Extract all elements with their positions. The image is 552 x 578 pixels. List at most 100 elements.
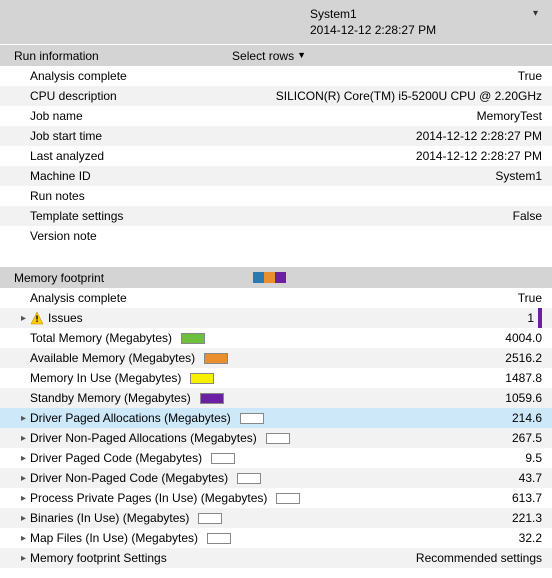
color-swatch-icon	[181, 333, 205, 344]
memfoot-row[interactable]: Memory In Use (Megabytes) 1487.8	[0, 368, 552, 388]
expander[interactable]: ▸	[0, 553, 30, 564]
runinfo-row[interactable]: Run notes	[0, 186, 552, 206]
system-timestamp: 2014-12-12 2:28:27 PM	[310, 22, 524, 38]
swatch-col	[208, 453, 238, 464]
color-swatch-icon	[190, 373, 214, 384]
memfoot-row[interactable]: ▸ Driver Non-Paged Allocations (Megabytes…	[0, 428, 552, 448]
expander[interactable]: ▸	[0, 313, 30, 324]
expand-triangle-icon: ▸	[21, 473, 26, 484]
color-swatch-icon	[198, 513, 222, 524]
row-label-text: Driver Non-Paged Allocations (Megabytes)	[30, 431, 257, 445]
accent-bar	[538, 308, 542, 328]
expander[interactable]: ▸	[0, 413, 30, 424]
memfoot-row[interactable]: ▸Process Private Pages (In Use) (Megabyt…	[0, 488, 552, 508]
row-label-text: Available Memory (Megabytes)	[30, 351, 195, 365]
row-label: Analysis complete	[30, 69, 127, 83]
memfoot-row[interactable]: ▸Driver Paged Code (Megabytes)9.5	[0, 448, 552, 468]
swatch-col	[263, 433, 293, 444]
runinfo-row[interactable]: Version note	[0, 226, 552, 246]
row-label-text: Standby Memory (Megabytes)	[30, 391, 191, 405]
row-value: 32.2	[519, 531, 542, 545]
row-value: MemoryTest	[477, 109, 542, 123]
select-rows-dropdown[interactable]: Select rows ▼	[232, 49, 306, 63]
runinfo-title: Run information	[14, 49, 99, 63]
memfoot-row[interactable]: ▸Driver Paged Allocations (Megabytes)214…	[0, 408, 552, 428]
memfoot-row[interactable]: ▸Map Files (In Use) (Megabytes) 32.2	[0, 528, 552, 548]
select-rows-label: Select rows	[232, 49, 294, 63]
expander[interactable]: ▸	[0, 513, 30, 524]
row-label: Memory In Use (Megabytes)	[30, 371, 181, 385]
memfoot-row[interactable]: ▸ Driver Non-Paged Code (Megabytes) 43.7	[0, 468, 552, 488]
row-label: Process Private Pages (In Use) (Megabyte…	[30, 491, 267, 505]
color-swatch-icon	[204, 353, 228, 364]
row-label: Issues	[30, 311, 83, 325]
row-value: 214.6	[512, 411, 542, 425]
expand-triangle-icon: ▸	[21, 433, 26, 444]
expander[interactable]: ▸	[0, 493, 30, 504]
row-value: 221.3	[512, 511, 542, 525]
row-label: Memory footprint Settings	[30, 551, 167, 565]
row-label-text: Analysis complete	[30, 291, 127, 305]
row-label: Job start time	[30, 129, 102, 143]
row-value: 1	[527, 311, 534, 325]
swatch-col	[201, 353, 231, 364]
row-label: Last analyzed	[30, 149, 104, 163]
swatch-col	[187, 373, 217, 384]
warning-icon	[30, 311, 44, 325]
memfoot-title: Memory footprint	[14, 271, 104, 285]
color-swatch-icon	[200, 393, 224, 404]
row-value: System1	[495, 169, 542, 183]
row-value: 2516.2	[505, 351, 542, 365]
system-selector[interactable]: System1 2014-12-12 2:28:27 PM ▾	[310, 6, 542, 38]
runinfo-row[interactable]: Last analyzed2014-12-12 2:28:27 PM	[0, 146, 552, 166]
row-label: Driver Non-Paged Code (Megabytes)	[30, 471, 228, 485]
row-label-text: Map Files (In Use) (Megabytes)	[30, 531, 198, 545]
row-label-text: Total Memory (Megabytes)	[30, 331, 172, 345]
row-value: 4004.0	[505, 331, 542, 345]
swatch-col	[195, 513, 225, 524]
caret-down-icon: ▾	[533, 8, 538, 19]
column-header-bar: System1 2014-12-12 2:28:27 PM ▾	[0, 0, 552, 44]
memfoot-row[interactable]: Analysis completeTrue	[0, 288, 552, 308]
runinfo-section-header[interactable]: Run information Select rows ▼	[0, 44, 552, 66]
memfoot-row[interactable]: ▸Memory footprint SettingsRecommended se…	[0, 548, 552, 568]
expander[interactable]: ▸	[0, 433, 30, 444]
expand-triangle-icon: ▸	[21, 513, 26, 524]
swatch-col	[204, 533, 234, 544]
runinfo-row[interactable]: Analysis completeTrue	[0, 66, 552, 86]
row-value: 43.7	[519, 471, 542, 485]
expand-triangle-icon: ▸	[21, 453, 26, 464]
row-value: 1487.8	[505, 371, 542, 385]
runinfo-row[interactable]: CPU descriptionSILICON(R) Core(TM) i5-52…	[0, 86, 552, 106]
memfoot-section-header[interactable]: Memory footprint	[0, 266, 552, 288]
expander[interactable]: ▸	[0, 533, 30, 544]
runinfo-row[interactable]: Template settingsFalse	[0, 206, 552, 226]
memfoot-row[interactable]: ▸ Binaries (In Use) (Megabytes) 221.3	[0, 508, 552, 528]
swatch-col	[237, 413, 267, 424]
section-gap	[0, 246, 552, 266]
swatch-col	[197, 393, 227, 404]
expand-triangle-icon: ▸	[21, 553, 26, 564]
row-label-text: Memory In Use (Megabytes)	[30, 371, 181, 385]
memfoot-row[interactable]: Available Memory (Megabytes) 2516.2	[0, 348, 552, 368]
row-label: Standby Memory (Megabytes)	[30, 391, 191, 405]
memfoot-row[interactable]: Standby Memory (Megabytes)1059.6	[0, 388, 552, 408]
row-value: 2014-12-12 2:28:27 PM	[416, 129, 542, 143]
expander[interactable]: ▸	[0, 473, 30, 484]
runinfo-row[interactable]: Job start time 2014-12-12 2:28:27 PM	[0, 126, 552, 146]
runinfo-row[interactable]: Machine IDSystem1	[0, 166, 552, 186]
runinfo-row[interactable]: Job nameMemoryTest	[0, 106, 552, 126]
row-label: Template settings	[30, 209, 123, 223]
row-value: 267.5	[512, 431, 542, 445]
row-label-text: Binaries (In Use) (Megabytes)	[30, 511, 189, 525]
memfoot-row[interactable]: Total Memory (Megabytes) 4004.0	[0, 328, 552, 348]
row-label-text: Issues	[48, 311, 83, 325]
swatch-col	[234, 473, 264, 484]
expander[interactable]: ▸	[0, 453, 30, 464]
swatch-col	[273, 493, 303, 504]
color-swatch-icon	[240, 413, 264, 424]
memfoot-row[interactable]: ▸ Issues 1	[0, 308, 552, 328]
color-swatch-icon	[211, 453, 235, 464]
row-label: Version note	[30, 229, 97, 243]
row-label-text: Driver Paged Code (Megabytes)	[30, 451, 202, 465]
